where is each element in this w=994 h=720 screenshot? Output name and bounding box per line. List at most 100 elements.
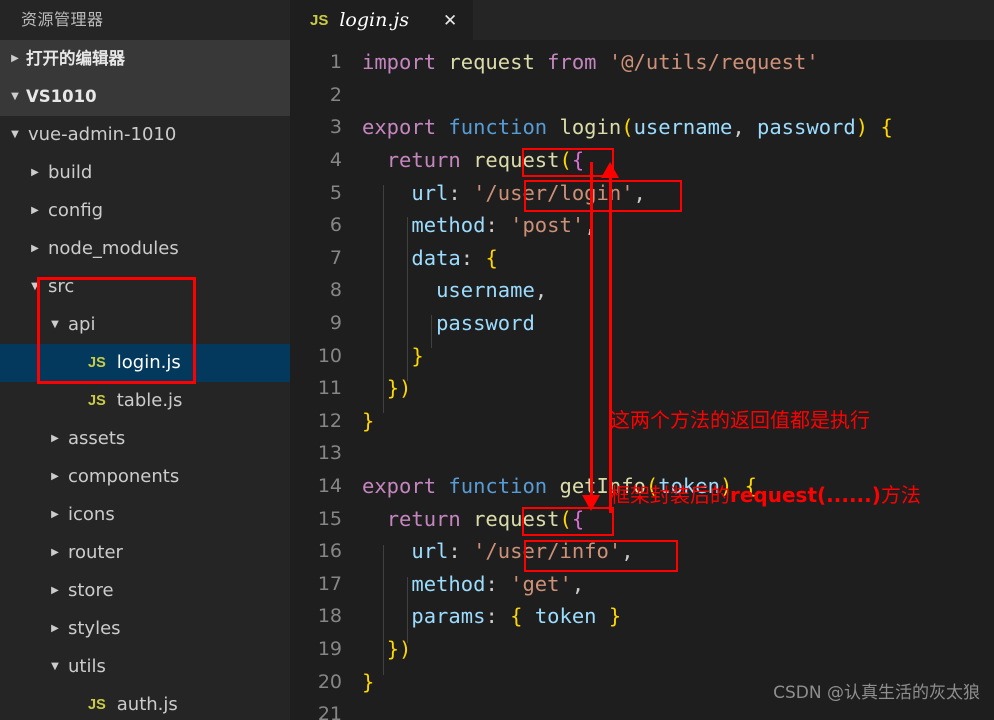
tree-item-assets[interactable]: ▶ assets	[0, 420, 290, 458]
tree-item-config[interactable]: ▶ config	[0, 192, 290, 230]
chevron-right-icon[interactable]: ▶	[24, 154, 46, 192]
line-content: data: {	[411, 245, 498, 270]
line-content: password	[436, 311, 535, 336]
code-line[interactable]: 4 return request({	[290, 144, 994, 177]
code-line[interactable]: 18 params: { token }	[290, 600, 994, 633]
tab-label: login.js	[339, 9, 410, 31]
code-line[interactable]: 6 method: 'post',	[290, 209, 994, 242]
line-number: 6	[329, 214, 342, 237]
arrow-down-icon	[582, 495, 600, 511]
code-editor[interactable]: 1 import request from '@/utils/request' 2 3…	[290, 40, 994, 720]
line-content: })	[386, 636, 412, 661]
line-content: method: 'post',	[411, 213, 596, 238]
code-line[interactable]: 3 export function login(username, passwor…	[290, 111, 994, 144]
tree-item-label: config	[48, 200, 104, 221]
explorer-section-workspace[interactable]: ▼ VS1010	[0, 78, 290, 116]
line-number: 16	[317, 540, 342, 563]
code-line[interactable]: 9 password	[290, 307, 994, 340]
tree-item-vue-admin-1010[interactable]: ▼ vue-admin-1010	[0, 116, 290, 154]
tree-item-label: table.js	[116, 390, 183, 411]
tree-item-label: styles	[68, 618, 121, 639]
tree-item-utils[interactable]: ▼ utils	[0, 648, 290, 686]
tree-item-table-js[interactable]: ·JS table.js	[0, 382, 290, 420]
line-number: 3	[329, 116, 342, 139]
line-number: 13	[317, 442, 342, 465]
tree-item-label: api	[68, 314, 96, 335]
line-number: 11	[317, 377, 342, 400]
tree-item-auth-js[interactable]: ·JS auth.js	[0, 686, 290, 720]
chevron-right-icon[interactable]: ▶	[44, 610, 66, 648]
tree-item-login-js[interactable]: ·JS login.js	[0, 344, 290, 382]
chevron-right-icon[interactable]: ▶	[24, 192, 46, 230]
tree-item-icons[interactable]: ▶ icons	[0, 496, 290, 534]
tree-item-src[interactable]: ▼ src	[0, 268, 290, 306]
explorer-section-label: 打开的编辑器	[26, 49, 125, 68]
tree-item-label: node_modules	[48, 238, 179, 259]
line-number: 19	[317, 637, 342, 660]
tree-item-label: store	[68, 580, 114, 601]
chevron-right-icon[interactable]: ▶	[44, 534, 66, 572]
line-content: return request({	[386, 148, 585, 173]
explorer-file-tree: ▼ vue-admin-1010 ▶ build ▶ config ▶ node_module…	[0, 116, 290, 720]
code-line[interactable]: 8 username,	[290, 274, 994, 307]
chevron-right-icon[interactable]: ▶	[4, 40, 26, 78]
chevron-down-icon[interactable]: ▼	[4, 78, 26, 116]
chevron-right-icon[interactable]: ▶	[44, 496, 66, 534]
tab-login-js[interactable]: JS login.js ✕	[290, 0, 474, 40]
tree-item-label: src	[48, 276, 75, 297]
editor-pane: JS login.js ✕ 1 import request from '@/ut…	[290, 0, 994, 720]
vscode-window: 资源管理器 ▶ 打开的编辑器 ▼ VS1010 ▼ vue-admin-1010 ▶ bui…	[0, 0, 994, 720]
tree-item-api[interactable]: ▼ api	[0, 306, 290, 344]
tree-item-router[interactable]: ▶ router	[0, 534, 290, 572]
watermark: CSDN @认真生活的灰太狼	[773, 683, 980, 703]
chevron-down-icon[interactable]: ▼	[4, 116, 26, 154]
chevron-right-icon[interactable]: ▶	[44, 420, 66, 458]
line-content: method: 'get',	[411, 571, 585, 596]
line-number: 20	[317, 670, 342, 693]
tree-item-label: vue-admin-1010	[28, 124, 177, 145]
tree-item-label: auth.js	[116, 694, 178, 715]
tree-spacer: ·	[64, 344, 86, 382]
chevron-right-icon[interactable]: ▶	[44, 458, 66, 496]
tree-item-components[interactable]: ▶ components	[0, 458, 290, 496]
line-number: 17	[317, 572, 342, 595]
highlight-box-url-login	[524, 180, 682, 212]
line-content: export function login(username, password…	[362, 115, 893, 140]
annotation-note-line-1: 这两个方法的返回值都是执行	[610, 408, 870, 432]
chevron-down-icon[interactable]: ▼	[44, 306, 66, 344]
chevron-right-icon[interactable]: ▶	[24, 230, 46, 268]
code-line[interactable]: 17 method: 'get',	[290, 568, 994, 601]
tree-item-styles[interactable]: ▶ styles	[0, 610, 290, 648]
code-line[interactable]: 19 })	[290, 633, 994, 666]
tree-item-label: login.js	[116, 352, 181, 373]
line-content: params: { token }	[411, 604, 622, 629]
editor-tabbar: JS login.js ✕	[290, 0, 994, 40]
annotation-note-suffix: 方法	[880, 483, 921, 507]
js-file-icon: JS	[88, 393, 106, 409]
tree-spacer: ·	[64, 686, 86, 720]
close-icon[interactable]: ✕	[439, 10, 461, 31]
tree-item-label: router	[68, 542, 123, 563]
chevron-down-icon[interactable]: ▼	[24, 268, 46, 306]
tree-item-build[interactable]: ▶ build	[0, 154, 290, 192]
annotation-note-line-2: 框架封装后的request(......)方法	[610, 483, 921, 508]
annotation-note-prefix: 框架封装后的	[610, 483, 730, 507]
tree-item-store[interactable]: ▶ store	[0, 572, 290, 610]
chevron-down-icon[interactable]: ▼	[44, 648, 66, 686]
explorer-sidebar: 资源管理器 ▶ 打开的编辑器 ▼ VS1010 ▼ vue-admin-1010 ▶ bui…	[0, 0, 290, 720]
explorer-section-label: VS1010	[26, 87, 97, 106]
code-line[interactable]: 1 import request from '@/utils/request'	[290, 46, 994, 79]
annotation-note: 这两个方法的返回值都是执行 框架封装后的request(......)方法	[610, 358, 921, 558]
explorer-section-open-editors[interactable]: ▶ 打开的编辑器	[0, 40, 290, 78]
code-line[interactable]: 7 data: {	[290, 242, 994, 275]
chevron-right-icon[interactable]: ▶	[44, 572, 66, 610]
code-line[interactable]: 2	[290, 79, 994, 112]
line-number: 7	[329, 246, 342, 269]
tree-item-node-modules[interactable]: ▶ node_modules	[0, 230, 290, 268]
line-number: 4	[329, 149, 342, 172]
line-number: 15	[317, 507, 342, 530]
tree-item-label: components	[68, 466, 180, 487]
js-file-icon: JS	[310, 11, 329, 29]
line-number: 8	[329, 279, 342, 302]
highlight-box-request-2	[522, 507, 614, 536]
